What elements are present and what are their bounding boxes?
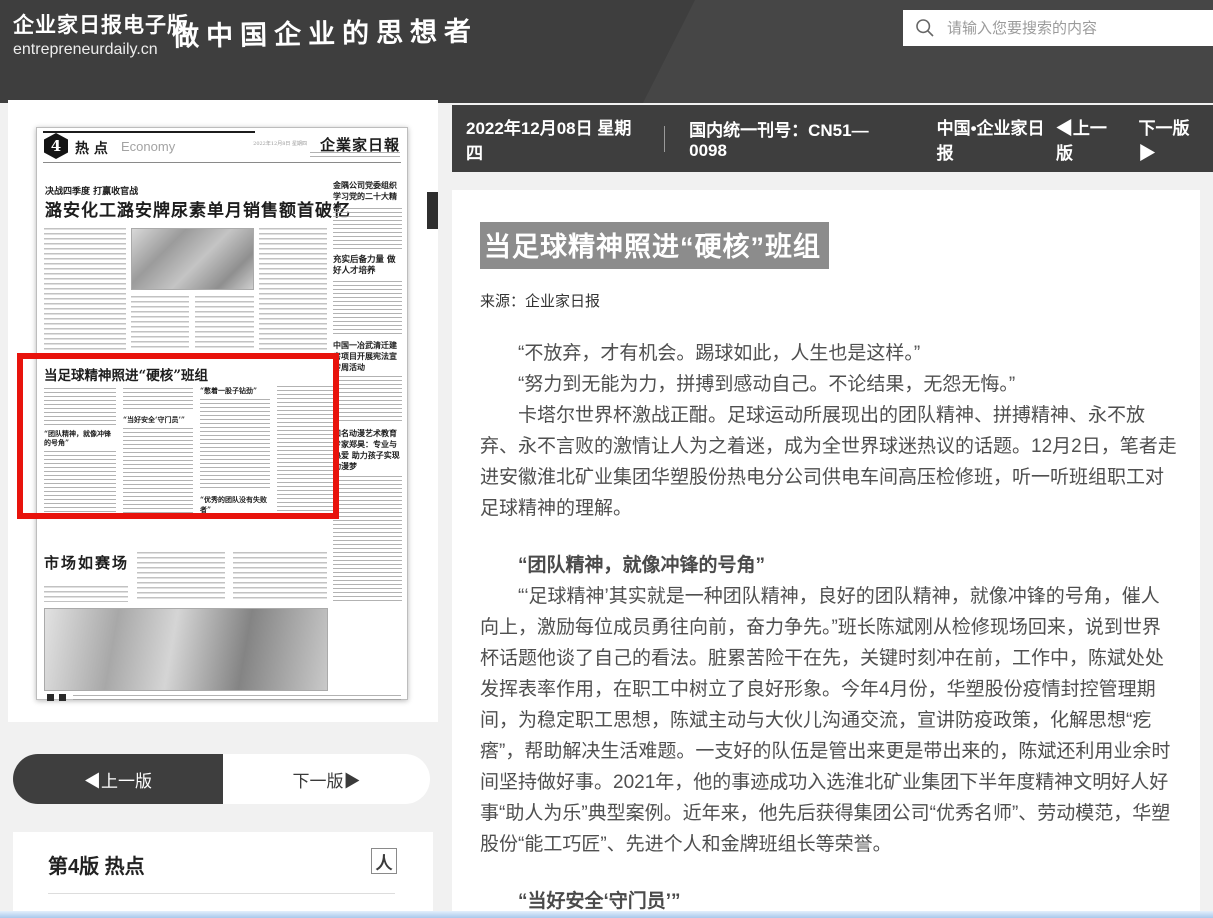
article-subheading: “团队精神，就像冲锋的号角” — [480, 550, 1178, 581]
article-panel: 当足球精神照进“硬核”班组 来源：企业家日报 “不放弃，才有机会。踢球如此，人生… — [452, 190, 1200, 918]
paper-brand: 中国•企业家日报 — [937, 114, 1056, 164]
issue-info-bar: 2022年12月08日 星期四 国内统一刊号：CN51—0098 中国•企业家日… — [452, 105, 1213, 172]
thumb-section-en: Economy — [121, 139, 175, 154]
page-card-title: 第4版 热点 — [48, 850, 145, 879]
thumb-footer-square — [59, 694, 66, 701]
vertical-divider — [664, 126, 665, 152]
greek-text-block — [333, 208, 402, 252]
article-paragraph: “努力到无能为力，拼搏到感动自己。不论结果，无怨无悔。” — [480, 369, 1178, 400]
greek-text-block — [233, 552, 327, 602]
search-input[interactable] — [947, 20, 1213, 37]
card-divider — [48, 893, 395, 894]
greek-text-block — [44, 228, 126, 350]
article-paragraph: “‘足球精神’其实就是一种团队精神，良好的团队精神，就像冲锋的号角，催人向上，激… — [480, 581, 1178, 860]
greek-text-block — [44, 586, 128, 602]
greek-text-block — [333, 476, 402, 604]
left-panel-scrollbar-thumb[interactable] — [427, 192, 438, 229]
greek-text-block — [259, 228, 327, 350]
issue-number: 国内统一刊号：CN51—0098 — [689, 116, 897, 161]
greek-text-block — [195, 296, 254, 350]
page-list-card: 第4版 热点 人 — [13, 832, 433, 918]
thumb-right-head-4: 知名动漫艺术教育专家郑昊：专业与热爱 助力孩子实现动漫梦 — [333, 428, 403, 472]
thumb-right-head-2: 充实后备力量 做好人才培养 — [333, 255, 403, 277]
pdf-download-icon[interactable]: 人 — [371, 848, 397, 874]
thumb-masthead-sub — [310, 152, 400, 157]
article-title: 当足球精神照进“硬核”班组 — [480, 222, 829, 269]
article-paragraph: 卡塔尔世界杯激战正酣。足球运动所展现出的团队精神、拼搏精神、永不放弃、永不言败的… — [480, 400, 1178, 524]
thumb-right-head-3: 中国一冶武清迁建房项目开展宪法宣传周活动 — [333, 340, 403, 373]
thumb-section-cn: 热 点 — [75, 138, 108, 158]
thumb-masthead-meta: 2022年12月8日 星期四 — [253, 140, 307, 147]
site-title: 企业家日报电子版 — [13, 9, 189, 39]
prev-page-link-top[interactable]: ◀上一版 — [1056, 114, 1121, 164]
thumb-rule-header — [43, 162, 401, 163]
greek-text-block — [131, 296, 189, 350]
bottom-edge-strip — [0, 911, 1213, 918]
page-nav-buttons: ◀上一版 下一版▶ — [13, 754, 430, 804]
site-logo[interactable]: 企业家日报电子版 entrepreneurdaily.cn — [13, 9, 189, 59]
article-paragraph: “不放弃，才有机会。踢球如此，人生也是这样。” — [480, 338, 1178, 369]
site-slogan: 做中国企业的思想者 — [172, 9, 479, 53]
thumb-rule-top — [43, 131, 255, 133]
thumb-page-badge: 4 — [44, 133, 68, 159]
issue-date: 2022年12月08日 星期四 — [466, 114, 640, 164]
article-body: “不放弃，才有机会。踢球如此，人生也是这样。” “努力到无能为力，拼搏到感动自己… — [480, 338, 1178, 918]
search-icon — [915, 18, 935, 38]
next-page-button[interactable]: 下一版▶ — [223, 754, 430, 804]
article-source: 来源：企业家日报 — [480, 290, 1178, 311]
article-highlight-box[interactable] — [17, 353, 339, 519]
newspaper-page-thumbnail[interactable]: 4 热 点 Economy 企業家日報 2022年12月8日 星期四 决战四季度… — [36, 127, 408, 700]
site-domain: entrepreneurdaily.cn — [13, 41, 189, 59]
greek-text-block — [333, 281, 402, 337]
search-box[interactable] — [903, 10, 1213, 46]
thumb-tower-photo — [44, 608, 328, 691]
next-page-link-top[interactable]: 下一版▶ — [1138, 114, 1203, 164]
thumb-lead-headline: 潞安化工潞安牌尿素单月销售额首破亿 — [45, 196, 351, 221]
left-sidebar: 4 热 点 Economy 企業家日報 2022年12月8日 星期四 决战四季度… — [8, 100, 438, 722]
thumb-footer-square — [47, 694, 54, 701]
thumb-footer-text — [73, 695, 401, 700]
thumb-market-headline: 市场如赛场 — [44, 552, 129, 573]
greek-text-block — [333, 376, 402, 424]
thumb-lead-photo — [131, 228, 254, 290]
greek-text-block — [137, 552, 225, 602]
prev-page-button[interactable]: ◀上一版 — [13, 754, 223, 804]
site-header: 企业家日报电子版 entrepreneurdaily.cn 做中国企业的思想者 — [0, 0, 1213, 103]
page-root: 企业家日报电子版 entrepreneurdaily.cn 做中国企业的思想者 … — [0, 0, 1213, 918]
